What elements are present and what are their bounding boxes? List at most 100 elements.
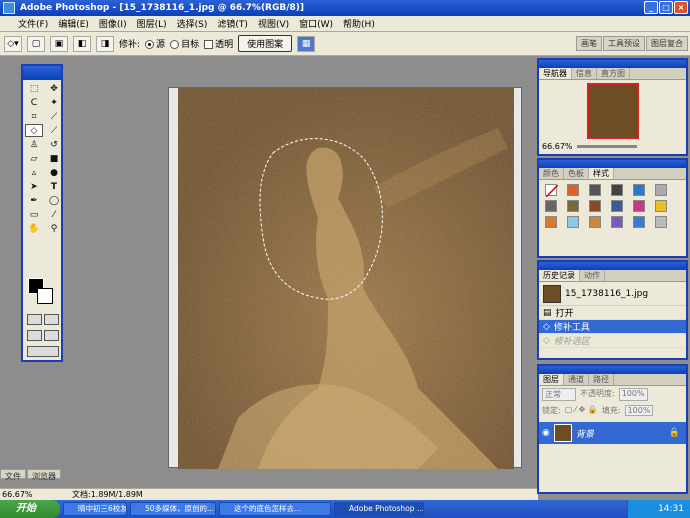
- tab-swatches[interactable]: 色板: [564, 168, 589, 179]
- magic-wand-tool-icon[interactable]: ✦: [45, 96, 63, 109]
- style-swatch[interactable]: [567, 184, 579, 196]
- menu-filter[interactable]: 滤镜(T): [217, 17, 248, 30]
- style-swatch[interactable]: [611, 200, 623, 212]
- lasso-tool-icon[interactable]: ᑕ: [25, 96, 43, 109]
- history-item-patch-selection[interactable]: ◇ 修补选区: [539, 334, 686, 348]
- style-swatch[interactable]: [655, 216, 667, 228]
- style-swatch[interactable]: [611, 184, 623, 196]
- jump-to-imageready-icon[interactable]: [27, 346, 59, 357]
- transparent-checkbox[interactable]: 透明: [204, 37, 233, 50]
- clone-stamp-tool-icon[interactable]: ♙: [25, 138, 43, 151]
- source-radio[interactable]: 源: [145, 37, 165, 50]
- fill-field[interactable]: 100%: [624, 405, 654, 416]
- eyedropper-tool-icon[interactable]: ⁄: [45, 208, 63, 221]
- style-swatch[interactable]: [545, 216, 557, 228]
- tab-color[interactable]: 颜色: [539, 168, 564, 179]
- style-swatch[interactable]: [633, 184, 645, 196]
- patch-tool-icon[interactable]: ◇: [25, 124, 43, 137]
- style-swatch[interactable]: [633, 216, 645, 228]
- style-swatch[interactable]: [545, 200, 557, 212]
- shape-tool-icon[interactable]: ◯: [45, 194, 63, 207]
- navigator-zoom[interactable]: 66.67%: [542, 142, 573, 151]
- notes-tool-icon[interactable]: ▭: [25, 208, 43, 221]
- pattern-picker-icon[interactable]: ▦: [297, 35, 316, 52]
- intersect-selection-icon[interactable]: ◨: [96, 35, 114, 52]
- move-tool-icon[interactable]: ✥: [45, 82, 63, 95]
- marquee-tool-icon[interactable]: ⬚: [25, 82, 43, 95]
- path-selection-tool-icon[interactable]: ➤: [25, 180, 43, 193]
- well-layer-comps[interactable]: 图层复合: [646, 36, 688, 51]
- layer-row-background[interactable]: ◉ 背景 🔒: [539, 422, 686, 444]
- tab-styles[interactable]: 样式: [589, 168, 614, 179]
- new-selection-icon[interactable]: ▢: [27, 35, 45, 52]
- taskbar-task-2[interactable]: 50多媒体，原创的...: [130, 502, 216, 516]
- screen-mode-full-icon[interactable]: [44, 330, 59, 341]
- tab-actions[interactable]: 动作: [580, 270, 605, 281]
- minimize-button[interactable]: _: [644, 1, 658, 14]
- screen-mode-standard-icon[interactable]: [27, 330, 42, 341]
- target-radio[interactable]: 目标: [170, 37, 199, 50]
- use-pattern-button[interactable]: 使用图案: [238, 35, 293, 52]
- background-color-swatch[interactable]: [37, 288, 53, 304]
- slice-tool-icon[interactable]: ⟋: [45, 110, 63, 123]
- taskbar-task-4[interactable]: Adobe Photoshop ...: [334, 502, 424, 516]
- image-canvas[interactable]: [178, 88, 514, 469]
- history-brush-tool-icon[interactable]: ↺: [45, 138, 63, 151]
- tab-history[interactable]: 历史记录: [539, 270, 580, 281]
- blur-tool-icon[interactable]: ▵: [25, 166, 43, 179]
- tab-layers[interactable]: 图层: [539, 374, 564, 385]
- brush-tool-icon[interactable]: ⟋: [45, 124, 63, 137]
- lock-icons[interactable]: ▢ ⁄ ✥ 🔒: [565, 405, 598, 416]
- standard-mode-icon[interactable]: [27, 314, 42, 325]
- crop-tool-icon[interactable]: ⌗: [25, 110, 43, 123]
- menu-layer[interactable]: 图层(L): [137, 17, 167, 30]
- type-tool-icon[interactable]: T: [45, 180, 63, 193]
- quick-mask-mode-icon[interactable]: [44, 314, 59, 325]
- blend-mode-select[interactable]: 正常: [542, 388, 576, 401]
- subtract-selection-icon[interactable]: ◧: [73, 35, 91, 52]
- menu-window[interactable]: 窗口(W): [299, 17, 333, 30]
- style-swatch[interactable]: [589, 216, 601, 228]
- hand-tool-icon[interactable]: ✋: [25, 222, 43, 235]
- tab-paths[interactable]: 路径: [589, 374, 614, 385]
- style-swatch[interactable]: [567, 200, 579, 212]
- tab-channels[interactable]: 通道: [564, 374, 589, 385]
- menu-select[interactable]: 选择(S): [177, 17, 208, 30]
- style-swatch[interactable]: [567, 216, 579, 228]
- history-item-patch-tool[interactable]: ◇ 修补工具: [539, 320, 686, 334]
- close-button[interactable]: ×: [674, 1, 688, 14]
- eraser-tool-icon[interactable]: ▱: [25, 152, 43, 165]
- style-swatch[interactable]: [655, 184, 667, 196]
- maximize-button[interactable]: □: [659, 1, 673, 14]
- dodge-tool-icon[interactable]: ●: [45, 166, 63, 179]
- tab-info[interactable]: 信息: [572, 68, 597, 79]
- taskbar-task-1[interactable]: 晴中初三6校友...: [63, 502, 127, 516]
- navigator-thumbnail[interactable]: [586, 83, 639, 139]
- menu-file[interactable]: 文件(F): [18, 17, 48, 30]
- style-swatch[interactable]: [589, 184, 601, 196]
- style-swatch[interactable]: [611, 216, 623, 228]
- style-swatch[interactable]: [655, 200, 667, 212]
- history-snapshot[interactable]: 15_1738116_1.jpg: [539, 282, 686, 306]
- well-tool-presets[interactable]: 工具预设: [603, 36, 645, 51]
- add-selection-icon[interactable]: ▣: [50, 35, 68, 52]
- side-tab-file[interactable]: 文件: [0, 469, 26, 481]
- pen-tool-icon[interactable]: ✒: [25, 194, 43, 207]
- history-item-open[interactable]: ▤ 打开: [539, 306, 686, 320]
- zoom-tool-icon[interactable]: ⚲: [45, 222, 63, 235]
- menu-image[interactable]: 图像(I): [99, 17, 127, 30]
- opacity-field[interactable]: 100%: [618, 388, 648, 401]
- style-swatch[interactable]: [589, 200, 601, 212]
- patch-tool-preset-icon[interactable]: ◇▾: [4, 35, 22, 52]
- side-tab-browser[interactable]: 浏览器: [27, 469, 61, 481]
- zoom-slider[interactable]: [576, 145, 637, 148]
- gradient-tool-icon[interactable]: ■: [45, 152, 63, 165]
- eye-icon[interactable]: ◉: [542, 428, 550, 438]
- menu-view[interactable]: 视图(V): [258, 17, 289, 30]
- menu-edit[interactable]: 编辑(E): [58, 17, 89, 30]
- tab-navigator[interactable]: 导航器: [539, 68, 572, 79]
- menu-help[interactable]: 帮助(H): [343, 17, 375, 30]
- style-swatch[interactable]: [633, 200, 645, 212]
- well-brushes[interactable]: 画笔: [576, 36, 602, 51]
- taskbar-task-3[interactable]: 这个的底色怎样去...: [219, 502, 331, 516]
